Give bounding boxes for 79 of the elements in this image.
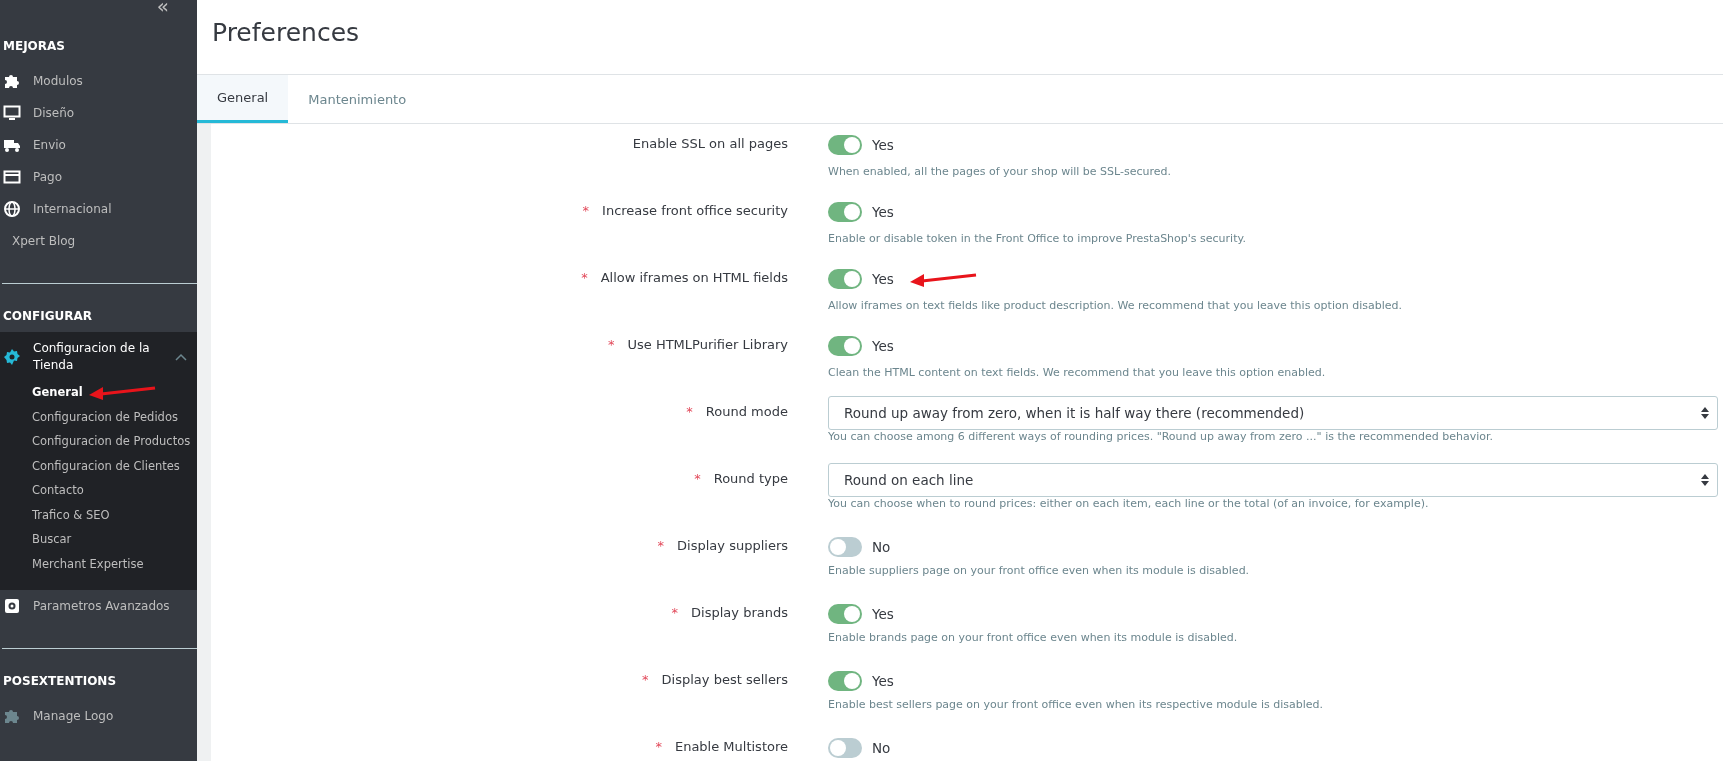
sidebar-item[interactable]: Internacional <box>33 202 112 216</box>
section-title: MEJORAS <box>2 38 66 55</box>
section-title: CONFIGURAR <box>2 308 94 325</box>
submenu-item[interactable]: Buscar <box>32 532 72 547</box>
toggle-switch[interactable] <box>828 604 862 624</box>
field-label: Display suppliers <box>677 538 788 553</box>
tab[interactable]: Mantenimiento <box>288 75 427 123</box>
submenu-item[interactable]: Configuracion de Pedidos <box>32 409 178 424</box>
section-title: POSEXTENTIONS <box>2 673 118 690</box>
settings-icon <box>3 597 21 615</box>
submenu-item[interactable]: Merchant Expertise <box>32 556 144 571</box>
puzzle-icon <box>3 72 21 90</box>
required-mark: * <box>655 739 662 754</box>
help-text: Enable brands page on your front office even when its module is disabled. <box>828 631 1239 644</box>
select-dropdown[interactable]: Round on each line <box>828 463 1718 497</box>
puzzle-icon <box>3 707 21 725</box>
toggle-switch[interactable] <box>828 738 862 758</box>
field-label: Round mode <box>705 404 788 419</box>
submenu-item[interactable]: General <box>32 385 83 400</box>
sidebar-item[interactable]: Manage Logo <box>33 709 114 723</box>
sidebar-item[interactable]: Modulos <box>33 74 83 88</box>
field-label: Use HTMLPurifier Library <box>627 337 788 352</box>
required-mark: * <box>694 471 701 486</box>
field-label: Display best sellers <box>661 672 788 687</box>
tab[interactable]: General <box>197 75 289 123</box>
field-label: Enable Multistore <box>674 739 788 754</box>
required-mark: * <box>686 404 693 419</box>
sidebar-item[interactable]: Diseño <box>33 106 75 120</box>
sidebar-item[interactable]: Configuracion de la Tienda <box>33 340 158 374</box>
field-label: Round type <box>713 471 788 486</box>
sort-arrows-icon <box>1701 474 1709 486</box>
toggle-value: Yes <box>872 606 894 622</box>
toggle-switch[interactable] <box>828 135 862 155</box>
help-text: You can choose when to round prices: either on each item, each line or the total (of an invoice, for example). <box>828 497 1430 510</box>
toggle-value: No <box>872 740 891 756</box>
field-label: Allow iframes on HTML fields <box>600 270 788 285</box>
toggle-switch[interactable] <box>828 269 862 289</box>
submenu-item[interactable]: Contacto <box>32 483 84 498</box>
submenu-item[interactable]: Configuracion de Clientes <box>32 458 180 473</box>
toggle-value: Yes <box>872 137 894 153</box>
toggle-value: Yes <box>872 673 894 689</box>
help-text: Enable suppliers page on your front office even when its module is disabled. <box>828 564 1251 577</box>
monitor-icon <box>3 104 21 122</box>
toggle-switch[interactable] <box>828 671 862 691</box>
field-label: Enable SSL on all pages <box>632 136 788 151</box>
help-text: Clean the HTML content on text fields. We recommend that you leave this option enabled. <box>828 366 1327 379</box>
globe-icon <box>3 200 21 218</box>
sidebar-item[interactable]: Parametros Avanzados <box>33 599 170 613</box>
sidebar-item[interactable]: Pago <box>33 170 62 184</box>
sidebar-item[interactable]: Xpert Blog <box>12 234 76 248</box>
required-mark: * <box>671 605 679 620</box>
credit-card-icon <box>3 168 21 186</box>
submenu-item[interactable]: Configuracion de Productos <box>32 434 191 449</box>
toggle-value: Yes <box>872 271 894 287</box>
toggle-switch[interactable] <box>828 202 862 222</box>
toggle-switch[interactable] <box>828 336 862 356</box>
required-mark: * <box>657 538 665 553</box>
help-text: Enable best sellers page on your front office even when its respective module is disabled. <box>828 698 1324 711</box>
field-label: Increase front office security <box>602 203 788 218</box>
page-title: Preferences <box>212 18 361 47</box>
required-mark: * <box>607 337 615 352</box>
sort-arrows-icon <box>1701 407 1709 419</box>
sidebar-item[interactable]: Envio <box>33 138 66 152</box>
collapse-button[interactable]: « <box>156 0 169 12</box>
toggle-value: Yes <box>872 204 894 220</box>
required-mark: * <box>642 672 649 687</box>
submenu-item[interactable]: Trafico & SEO <box>32 507 110 522</box>
toggle-value: No <box>872 539 891 555</box>
select-dropdown[interactable]: Round up away from zero, when it is half way there (recommended) <box>828 396 1718 430</box>
help-text: When enabled, all the pages of your shop will be SSL-secured. <box>828 165 1172 178</box>
help-text: Allow iframes on text fields like product description. We recommend that you leave this option disabled. <box>828 299 1403 312</box>
help-text: Enable or disable token in the Front Office to improve PrestaShop's security. <box>828 232 1247 245</box>
field-label: Display brands <box>691 605 788 620</box>
required-mark: * <box>581 270 588 285</box>
help-text: You can choose among 6 different ways of rounding prices. "Round up away from zero ..." is the recommended behavior. <box>828 430 1494 443</box>
toggle-value: Yes <box>872 338 894 354</box>
gear-icon <box>3 348 21 366</box>
required-mark: * <box>582 203 590 218</box>
toggle-switch[interactable] <box>828 537 862 557</box>
